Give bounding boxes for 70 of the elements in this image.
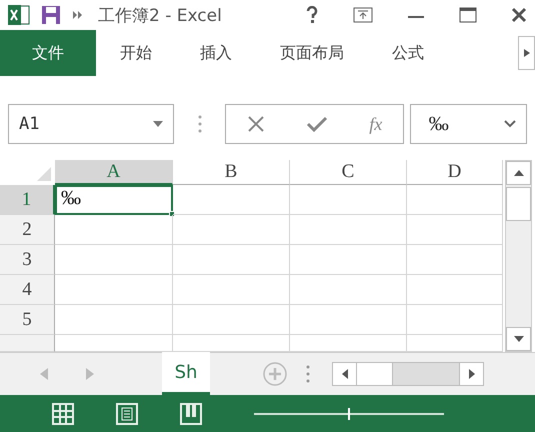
table-cell[interactable] [290,185,407,215]
scroll-thumb[interactable] [506,187,531,221]
table-cell[interactable] [290,215,407,245]
ribbon-tab[interactable]: 插入 [176,30,256,76]
previous-sheet-icon[interactable] [40,368,48,380]
table-cell[interactable] [407,245,503,275]
help-icon[interactable] [305,6,319,24]
column-header[interactable]: C [290,160,407,185]
close-icon[interactable] [511,7,527,23]
row-header[interactable]: 1 [0,185,55,215]
table-cell[interactable] [290,245,407,275]
table-cell[interactable] [55,275,173,305]
table-cell[interactable] [407,185,503,215]
table-cell[interactable] [407,275,503,305]
table-cell[interactable] [173,275,290,305]
more-arrows-icon[interactable] [72,10,84,20]
check-icon[interactable] [306,115,328,133]
scroll-left-icon[interactable] [342,369,348,379]
ribbon-scroll-button[interactable] [518,36,535,70]
column-header[interactable]: B [173,160,290,185]
normal-view-icon[interactable] [52,402,74,424]
row-header[interactable]: 2 [0,215,55,245]
horizontal-scrollbar[interactable] [332,362,484,386]
scroll-up-icon[interactable] [514,170,524,176]
add-sheet-icon[interactable] [262,361,288,387]
table-cell[interactable]: ‰ [55,185,173,215]
table-cell[interactable] [55,215,173,245]
scroll-down-icon[interactable] [514,336,524,342]
cancel-icon[interactable] [246,115,265,133]
next-sheet-icon[interactable] [86,368,94,380]
table-cell[interactable] [407,305,503,335]
ribbon-tab[interactable]: 页面布局 [256,30,368,76]
dropdown-caret-icon[interactable] [152,121,163,127]
table-cell[interactable] [290,305,407,335]
window-title: 工作簿2 - Excel [98,4,222,26]
ribbon-display-icon[interactable] [353,7,373,23]
row-header[interactable]: 4 [0,275,55,305]
column-header[interactable]: D [407,160,503,185]
right-arrow-icon [524,49,530,57]
save-icon[interactable] [40,4,62,26]
row-header[interactable]: 5 [0,305,55,335]
ribbon-tab[interactable]: 公式 [368,30,448,76]
sheet-tab[interactable]: Sh [162,352,210,395]
select-all-icon[interactable] [37,167,51,181]
table-cell[interactable] [173,185,290,215]
table-cell[interactable] [55,245,173,275]
expand-caret-icon[interactable] [504,120,516,128]
formula-field[interactable]: ‰ [410,104,527,144]
table-cell[interactable] [407,215,503,245]
row-header[interactable] [0,335,55,352]
name-box[interactable]: A1 [8,104,174,144]
maximize-icon[interactable] [459,7,477,23]
page-layout-icon[interactable] [116,402,138,424]
insert-function-button[interactable]: fx [369,114,382,134]
vertical-scrollbar[interactable] [505,160,532,352]
row-header[interactable]: 3 [0,245,55,275]
table-cell[interactable] [55,305,173,335]
excel-logo-icon [8,4,30,26]
split-handle-icon[interactable] [306,365,310,383]
page-break-icon[interactable] [180,402,202,424]
ribbon-tab[interactable]: 开始 [96,30,176,76]
drag-handle-icon[interactable] [198,115,202,133]
table-cell[interactable] [173,215,290,245]
table-cell[interactable] [290,275,407,305]
file-tab[interactable]: 文件 [0,30,96,76]
column-header[interactable]: A [55,160,173,185]
scroll-thumb[interactable] [357,363,393,385]
table-cell[interactable] [173,245,290,275]
table-cell[interactable] [173,305,290,335]
scroll-right-icon[interactable] [468,369,474,379]
